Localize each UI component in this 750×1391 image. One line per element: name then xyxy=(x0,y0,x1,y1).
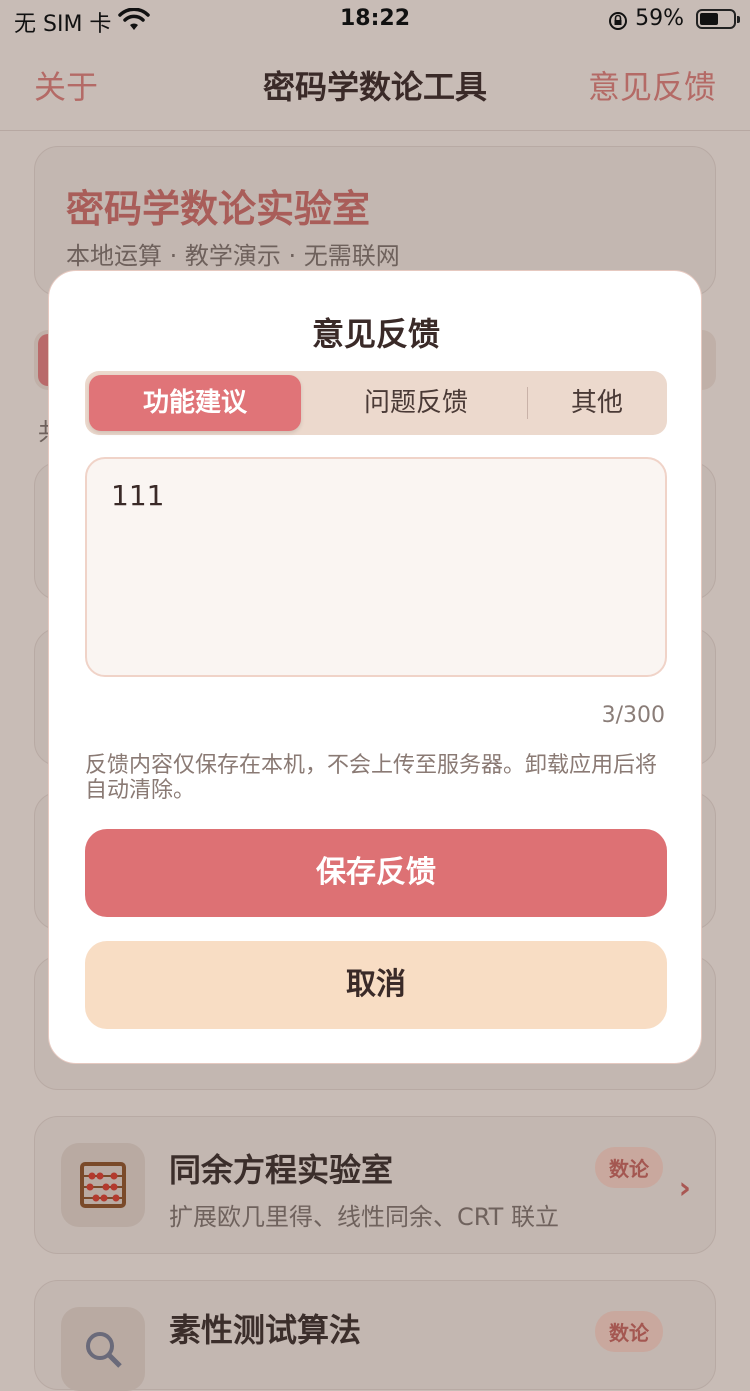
hero-subtitle: 本地运算 · 教学演示 · 无需联网 xyxy=(66,242,400,270)
tab-other[interactable]: 其他 xyxy=(531,375,663,431)
segment-divider xyxy=(527,387,528,419)
feedback-type-segmented-control: 功能建议 问题反馈 其他 xyxy=(85,371,667,435)
battery-icon xyxy=(696,9,740,29)
privacy-note: 反馈内容仅保存在本机，不会上传至服务器。卸载应用后将自动清除。 xyxy=(85,753,658,803)
category-badge: 数论 xyxy=(595,1311,663,1352)
tab-feature-suggestion[interactable]: 功能建议 xyxy=(89,375,301,431)
character-counter: 3/300 xyxy=(601,703,665,728)
item-title: 同余方程实验室 xyxy=(169,1151,394,1189)
category-badge: 数论 xyxy=(595,1147,663,1188)
item-description: 扩展欧几里得、线性同余、CRT 联立 xyxy=(169,1203,559,1231)
hero-title: 密码学数论实验室 xyxy=(66,187,371,231)
magnifier-icon xyxy=(61,1307,145,1391)
cancel-button[interactable]: 取消 xyxy=(85,941,667,1029)
dialog-title: 意见反馈 xyxy=(311,315,440,353)
list-item-congruence[interactable]: 同余方程实验室 扩展欧几里得、线性同余、CRT 联立 数论 › xyxy=(34,1116,716,1254)
status-bar: 无 SIM 卡 18:22 59% xyxy=(0,0,750,40)
feedback-button[interactable]: 意见反馈 xyxy=(588,62,716,108)
save-feedback-button[interactable]: 保存反馈 xyxy=(85,829,667,917)
chevron-right-icon: › xyxy=(678,1171,691,1206)
feedback-textarea[interactable]: 111 xyxy=(85,457,667,677)
list-item-primality[interactable]: 素性测试算法 数论 xyxy=(34,1280,716,1391)
tab-issue-report[interactable]: 问题反馈 xyxy=(307,375,525,431)
navigation-bar: 关于 密码学数论工具 意见反馈 xyxy=(0,40,750,131)
feedback-dialog: 意见反馈 功能建议 问题反馈 其他 111 3/300 反馈内容仅保存在本机，不… xyxy=(48,270,702,1064)
abacus-icon xyxy=(61,1143,145,1227)
battery-percent: 59% xyxy=(635,6,684,31)
item-title: 素性测试算法 xyxy=(169,1311,362,1349)
orientation-lock-icon xyxy=(609,12,627,30)
